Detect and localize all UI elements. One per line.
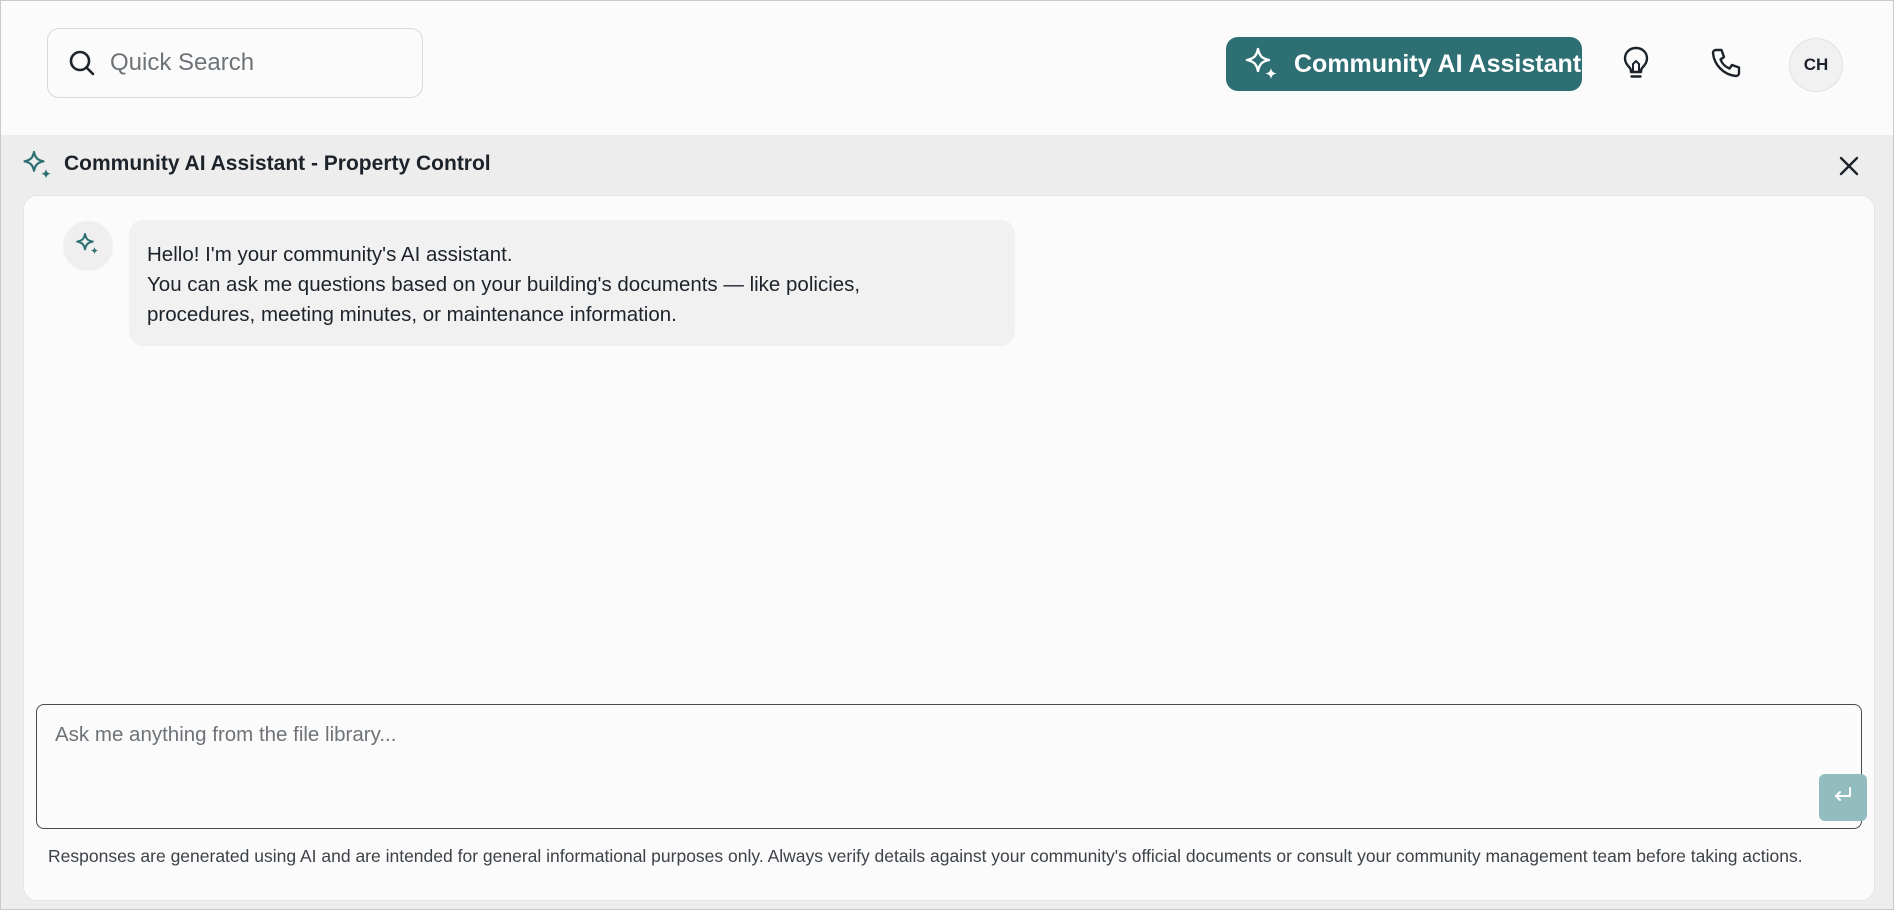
sparkle-icon — [1244, 46, 1280, 82]
enter-icon — [1832, 786, 1854, 809]
message-line: You can ask me questions based on your b… — [147, 273, 861, 296]
send-button[interactable] — [1819, 774, 1867, 821]
panel-header: Community AI Assistant - Property Contro… — [1, 135, 1893, 195]
ai-assistant-panel: Community AI Assistant - Property Contro… — [1, 135, 1893, 909]
message-line: procedures, meeting minutes, or maintena… — [147, 303, 677, 326]
panel-title: Community AI Assistant - Property Contro… — [64, 152, 491, 175]
assistant-message: Hello! I'm your community's AI assistant… — [129, 220, 1015, 346]
lightbulb-icon[interactable] — [1616, 43, 1656, 83]
user-avatar[interactable]: CH — [1789, 38, 1843, 92]
chat-input-box[interactable] — [36, 704, 1867, 829]
quick-search[interactable] — [47, 28, 423, 98]
assistant-avatar — [63, 221, 113, 271]
phone-icon[interactable] — [1706, 43, 1746, 83]
close-icon[interactable] — [1834, 151, 1864, 181]
chat-card: Hello! I'm your community's AI assistant… — [23, 195, 1875, 901]
ai-disclaimer: Responses are generated using AI and are… — [48, 846, 1803, 866]
top-header: Community AI Assistant CH — [1, 1, 1893, 134]
search-input[interactable] — [108, 48, 402, 78]
avatar-initials: CH — [1803, 55, 1829, 74]
ai-button-label: Community AI Assistant — [1294, 49, 1582, 78]
sparkle-icon — [75, 231, 101, 262]
message-line: Hello! I'm your community's AI assistant… — [147, 243, 513, 266]
community-ai-assistant-button[interactable]: Community AI Assistant — [1226, 37, 1582, 91]
sparkle-icon — [22, 149, 54, 181]
search-icon — [68, 49, 96, 77]
chat-input[interactable] — [37, 705, 1797, 805]
